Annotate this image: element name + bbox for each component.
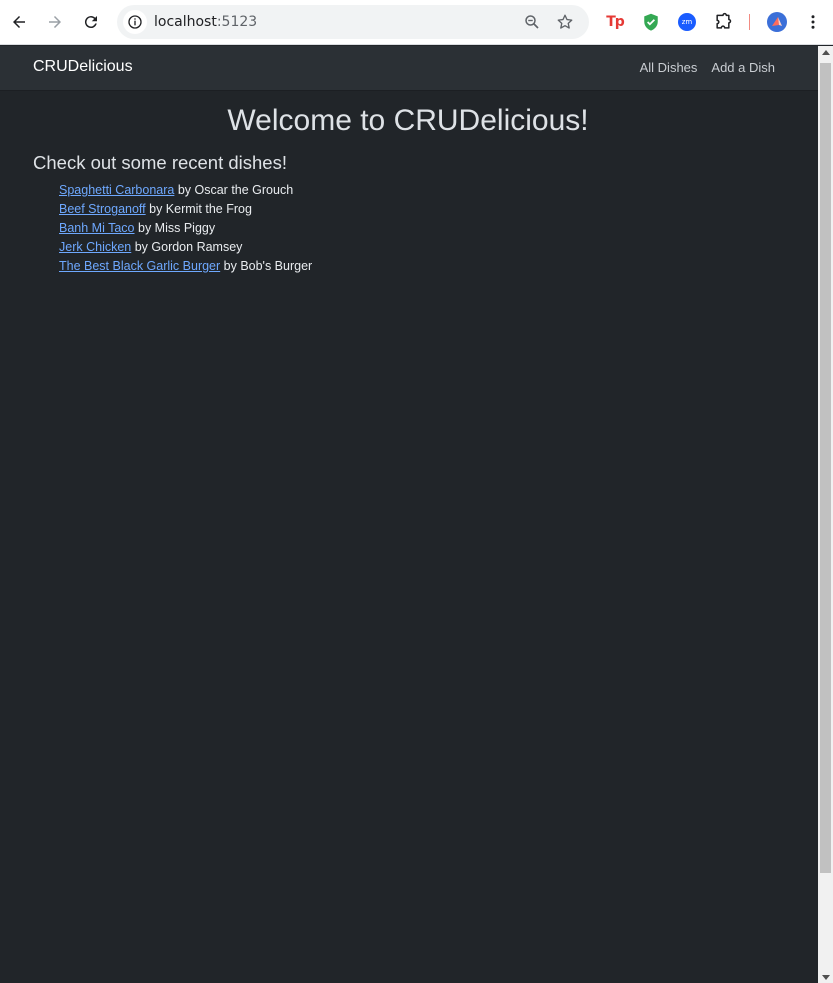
dish-link[interactable]: Spaghetti Carbonara (59, 183, 174, 197)
dish-author: by Bob's Burger (220, 259, 313, 273)
dish-link[interactable]: Banh Mi Taco (59, 221, 135, 235)
dish-author: by Kermit the Frog (145, 202, 252, 216)
dish-link[interactable]: Jerk Chicken (59, 240, 131, 254)
brand-link[interactable]: CRUDelicious (33, 58, 133, 76)
scroll-down-arrow-icon[interactable] (822, 975, 830, 980)
url-port: :5123 (216, 14, 258, 30)
dish-author: by Gordon Ramsey (131, 240, 243, 254)
page-scrollbar[interactable] (818, 46, 833, 983)
info-icon[interactable] (123, 10, 147, 34)
list-item: Spaghetti Carbonara by Oscar the Grouch (59, 183, 312, 202)
section-subtitle: Check out some recent dishes! (33, 152, 287, 173)
tp-extension-icon[interactable]: Tp (604, 11, 626, 33)
dish-author: by Oscar the Grouch (174, 183, 294, 197)
browser-toolbar: localhost:5123 Tp zm (0, 0, 833, 45)
dish-link[interactable]: Beef Stroganoff (59, 202, 146, 216)
url-host: localhost (154, 14, 217, 30)
nav-links: All Dishes Add a Dish (640, 60, 775, 75)
zm-extension-icon[interactable]: zm (676, 11, 698, 33)
nav-link-all-dishes[interactable]: All Dishes (640, 60, 698, 75)
page-title: Welcome to CRUDelicious! (227, 104, 589, 137)
more-icon[interactable] (802, 11, 824, 33)
dish-link[interactable]: The Best Black Garlic Burger (59, 259, 220, 273)
puzzle-icon[interactable] (712, 11, 734, 33)
zoom-icon[interactable] (523, 13, 541, 36)
list-item: Beef Stroganoff by Kermit the Frog (59, 202, 312, 221)
profile-avatar[interactable] (767, 12, 787, 32)
star-icon[interactable] (556, 13, 574, 36)
scroll-up-arrow-icon[interactable] (822, 50, 830, 55)
dish-author: by Miss Piggy (134, 221, 216, 235)
list-item: Jerk Chicken by Gordon Ramsey (59, 240, 312, 259)
shield-extension-icon[interactable] (640, 11, 662, 33)
dish-list: Spaghetti Carbonara by Oscar the Grouch … (59, 183, 312, 278)
back-icon[interactable] (8, 11, 30, 33)
list-item: Banh Mi Taco by Miss Piggy (59, 221, 312, 240)
nav-link-add-dish[interactable]: Add a Dish (711, 60, 775, 75)
url-text[interactable]: localhost:5123 (154, 14, 257, 30)
toolbar-divider (749, 14, 750, 30)
app-navbar: CRUDelicious All Dishes Add a Dish (0, 46, 818, 91)
list-item: The Best Black Garlic Burger by Bob's Bu… (59, 259, 312, 278)
forward-icon[interactable] (44, 11, 66, 33)
address-bar[interactable]: localhost:5123 (117, 5, 589, 39)
reload-icon[interactable] (80, 11, 102, 33)
main-content: Welcome to CRUDelicious! Check out some … (0, 91, 818, 983)
scroll-thumb[interactable] (820, 63, 831, 873)
